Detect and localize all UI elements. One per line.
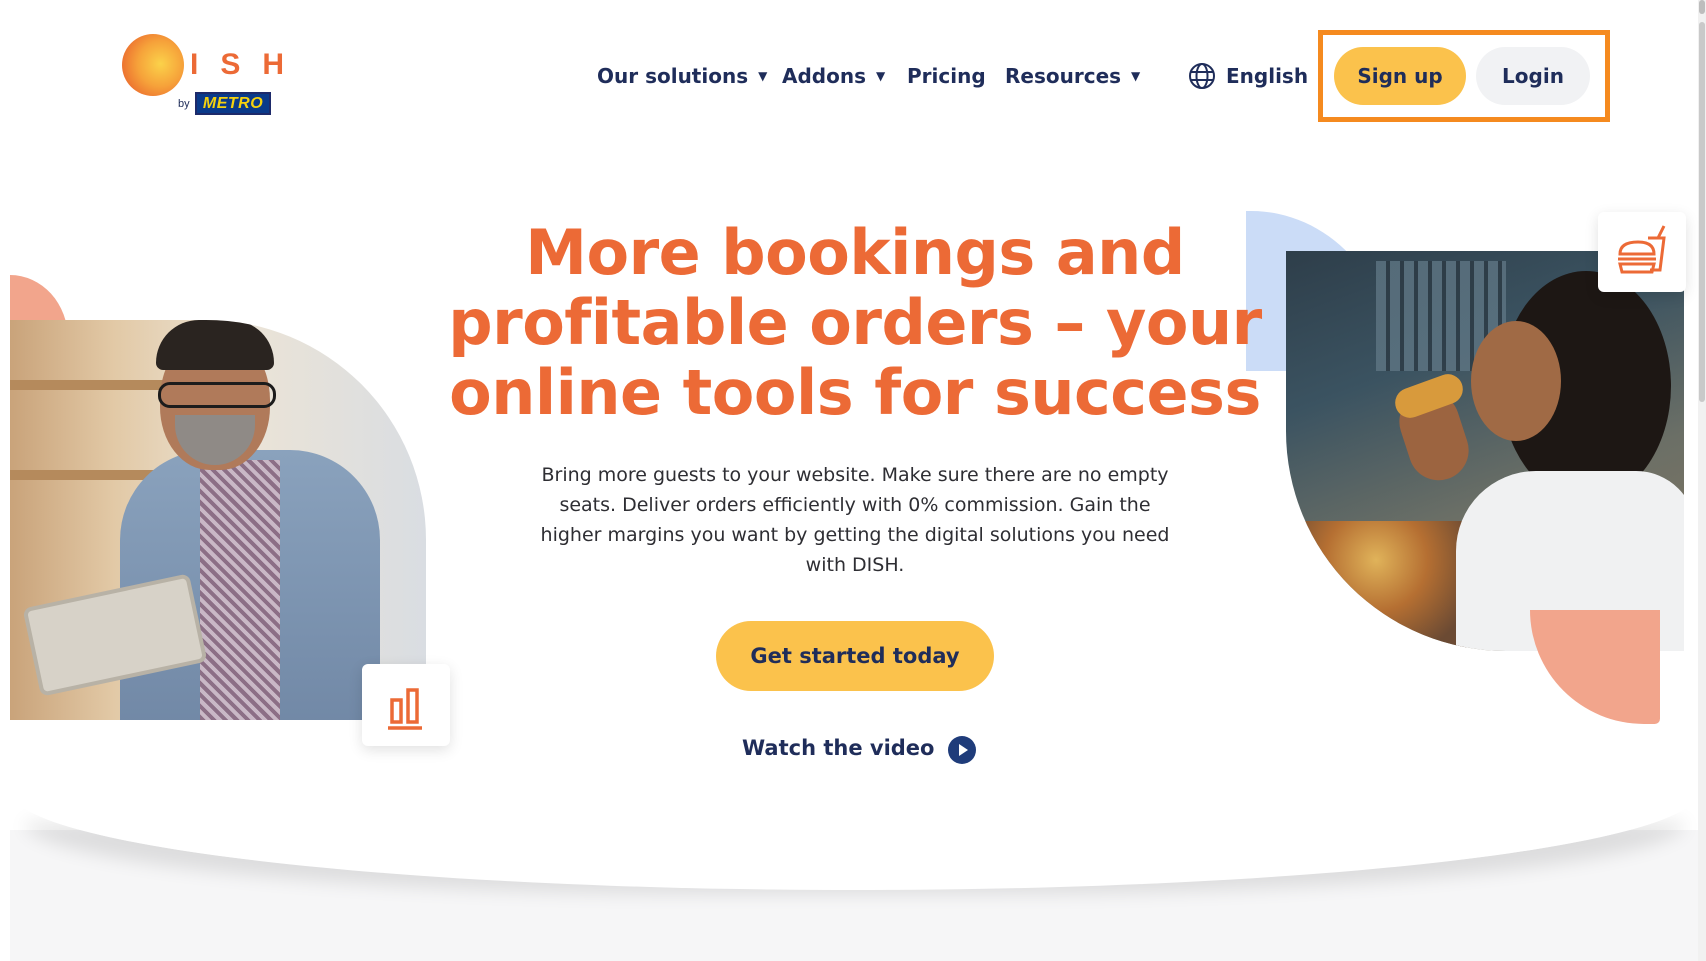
nav-pricing[interactable]: Pricing <box>907 60 986 92</box>
photo-table-food <box>1286 521 1466 651</box>
nav-resources[interactable]: Resources ▼ <box>1005 60 1140 92</box>
watch-video-link[interactable]: Watch the video <box>742 730 977 766</box>
login-button[interactable]: Login <box>1476 47 1590 105</box>
logo-sun-mark <box>122 34 184 96</box>
caret-down-icon: ▼ <box>1131 69 1141 83</box>
language-label: English <box>1226 64 1309 88</box>
sign-up-button[interactable]: Sign up <box>1334 47 1466 105</box>
globe-icon <box>1189 63 1215 89</box>
nav-our-solutions[interactable]: Our solutions ▼ <box>597 60 767 92</box>
photo-glasses <box>158 382 276 408</box>
scrollbar-arrow[interactable] <box>1699 0 1705 14</box>
metro-logo: METRO <box>195 92 271 115</box>
nav-addons[interactable]: Addons ▼ <box>782 60 885 92</box>
caret-down-icon: ▼ <box>876 69 886 83</box>
watch-video-label: Watch the video <box>742 736 935 760</box>
hero-photo-man-with-tablet <box>10 320 426 720</box>
logo-by-text: by <box>178 98 190 110</box>
page-scrollbar[interactable] <box>1698 0 1706 961</box>
caret-down-icon: ▼ <box>758 69 768 83</box>
right-peach-shape <box>1530 610 1660 724</box>
photo-hair <box>156 320 274 370</box>
language-selector[interactable]: English <box>1188 60 1308 92</box>
hero-description: Bring more guests to your website. Make … <box>540 464 1170 576</box>
hero-title: More bookings and profitable orders – yo… <box>448 216 1262 429</box>
get-started-button[interactable]: Get started today <box>716 621 994 691</box>
bar-chart-icon <box>388 688 422 730</box>
nav-addons-label: Addons <box>782 64 866 88</box>
food-drink-icon <box>1618 225 1666 274</box>
dish-logo[interactable]: ISH by METRO <box>120 34 284 120</box>
site-header: ISH by METRO Our solutions ▼ Addons ▼ Pric… <box>0 0 1706 140</box>
logo-letters: ISH <box>190 48 307 81</box>
hero-photo-woman-eating <box>1286 251 1684 651</box>
nav-resources-label: Resources <box>1005 64 1122 88</box>
play-icon <box>948 736 977 764</box>
analytics-badge <box>362 664 450 746</box>
food-badge <box>1598 212 1686 292</box>
nav-pricing-label: Pricing <box>907 64 986 88</box>
photo-shirt <box>200 460 280 720</box>
photo-face <box>1471 321 1561 441</box>
scrollbar-thumb[interactable] <box>1699 22 1705 402</box>
nav-our-solutions-label: Our solutions <box>597 64 749 88</box>
